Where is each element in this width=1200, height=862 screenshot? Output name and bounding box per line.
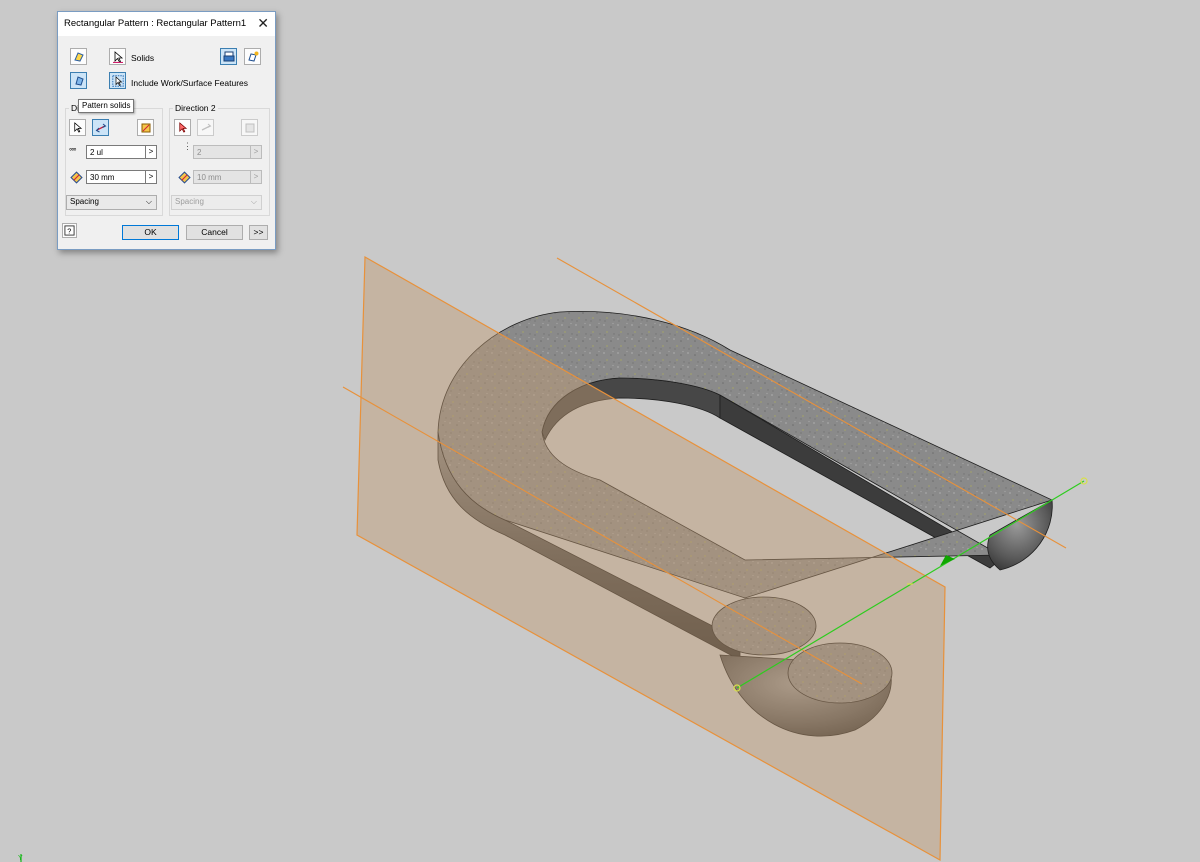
identical-method-button[interactable] <box>220 48 237 65</box>
close-icon[interactable]: ✕ <box>257 15 269 31</box>
direction-2-count-arrow[interactable]: > <box>250 145 262 159</box>
new-body-button[interactable] <box>244 48 261 65</box>
pattern-solids-button[interactable] <box>70 72 87 89</box>
include-work-surface-button[interactable] <box>109 72 126 89</box>
select-arrow-icon <box>74 122 83 133</box>
solid-icon <box>74 75 84 86</box>
direction-2-method-value: Spacing <box>175 197 204 206</box>
cancel-button[interactable]: Cancel <box>186 225 243 240</box>
direction-1-flip-button[interactable] <box>92 119 109 136</box>
axis-y-label: Y <box>18 855 23 862</box>
midplane-icon <box>141 123 150 132</box>
direction-arrow-head-icon <box>940 555 955 566</box>
new-solid-icon <box>247 51 258 62</box>
help-icon: ? <box>64 225 75 236</box>
direction-1-method-value: Spacing <box>70 197 99 206</box>
direction-2-title: Direction 2 <box>173 103 218 113</box>
ok-button[interactable]: OK <box>122 225 179 240</box>
solids-label: Solids <box>131 53 155 63</box>
count-icon: °°° <box>69 147 77 156</box>
direction-2-spacing-arrow[interactable]: > <box>250 170 262 184</box>
select-arrow-icon <box>112 50 123 63</box>
printer-like-icon <box>223 51 234 61</box>
chevron-down-icon: ⌵ <box>145 197 152 206</box>
flip-direction-icon <box>95 123 106 132</box>
pattern-features-button[interactable] <box>70 48 87 65</box>
feature-icon <box>73 51 84 62</box>
help-button[interactable]: ? <box>62 223 77 238</box>
include-work-surface-label: Include Work/Surface Features <box>131 78 249 88</box>
spacing-icon <box>68 169 85 186</box>
direction-1-count-arrow[interactable]: > <box>145 145 157 159</box>
svg-text:?: ? <box>67 227 71 236</box>
dialog-title: Rectangular Pattern : Rectangular Patter… <box>64 18 247 29</box>
midplane-icon <box>245 123 254 132</box>
direction-1-path-select-button[interactable] <box>69 119 86 136</box>
count-vertical-icon: ⋮ <box>183 141 192 151</box>
direction-2-flip-button[interactable] <box>197 119 214 136</box>
flip-direction-icon <box>201 123 211 131</box>
select-arrow-icon <box>179 122 188 133</box>
spacing-icon <box>176 169 193 186</box>
direction-1-method-select[interactable]: Spacing ⌵ <box>66 195 157 210</box>
select-arrow-icon <box>111 74 124 87</box>
chevron-down-icon: ⌵ <box>250 197 257 206</box>
pattern-solids-tooltip: Pattern solids <box>78 99 135 113</box>
more-button[interactable]: >> <box>249 225 268 240</box>
direction-2-midplane-button[interactable] <box>241 119 258 136</box>
direction-2-method-select[interactable]: Spacing ⌵ <box>171 195 262 210</box>
solids-select-button[interactable] <box>109 48 126 65</box>
direction-1-midplane-button[interactable] <box>137 119 154 136</box>
direction-1-spacing-arrow[interactable]: > <box>145 170 157 184</box>
rectangular-pattern-dialog[interactable]: Rectangular Pattern : Rectangular Patter… <box>57 11 276 250</box>
dialog-titlebar[interactable]: Rectangular Pattern : Rectangular Patter… <box>58 12 275 36</box>
direction-2-path-select-button[interactable] <box>174 119 191 136</box>
